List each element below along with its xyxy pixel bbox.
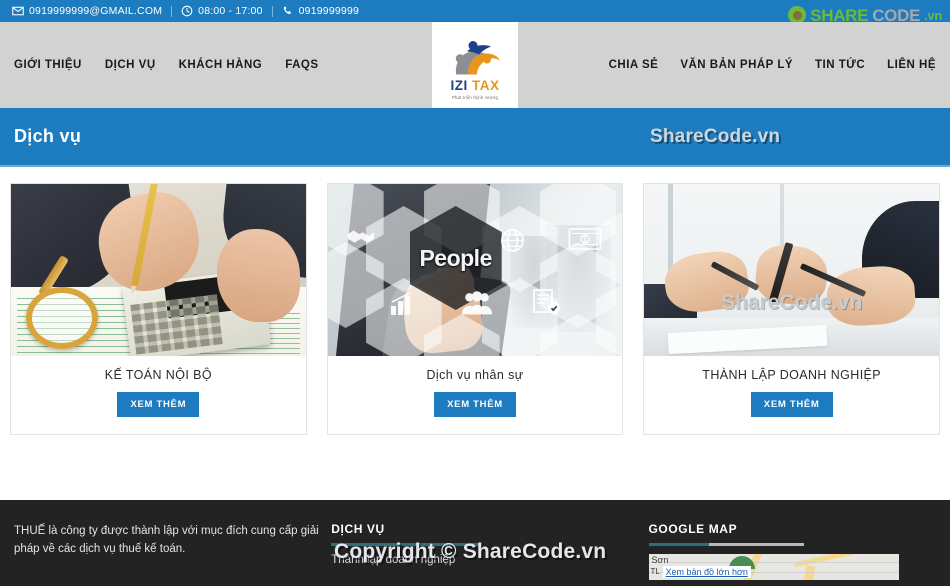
footer-about-text: THUẾ là công ty được thành lập với mục đ… [14,525,319,556]
banner-watermark: ShareCode.vn [650,126,781,147]
topbar-hours-text: 08:00 - 17:00 [198,5,263,17]
topbar-phone[interactable]: 0919999999 [273,5,368,17]
card-image-meeting: ShareCode.vn [644,184,940,356]
logo-tagline: Phát triển thịnh vượng [451,94,499,100]
card-readmore-button-3[interactable]: XEM THÊM [750,392,833,417]
map-label-son: Sơn [651,555,669,565]
logo-tax-text: TAX [472,78,500,94]
nav-item-lien-he[interactable]: LIÊN HỆ [887,59,936,71]
copyright-watermark: Copyright © ShareCode.vn [334,540,607,563]
logo-izi-text: IZI [450,78,468,94]
card-body-3: THÀNH LẬP DOANH NGHIỆP XEM THÊM [644,356,939,434]
topbar-email[interactable]: 0919999999@GMAIL.COM [10,5,171,17]
card-image-accounting [11,184,306,356]
service-card-dich-vu-nhan-su[interactable]: People Dịch vụ nhân sự XEM THÊM [326,183,624,435]
topbar-hours: 08:00 - 17:00 [172,5,271,17]
footer-about: THUẾ là công ty được thành lập với mục đ… [14,522,331,586]
handshake-icon [346,226,376,251]
sharecode-code-text: CODE [872,5,921,25]
footer-map-divider [648,543,804,546]
sharecode-share-text: SHARE [810,5,869,25]
phone-icon [282,5,294,17]
topbar-phone-text: 0919999999 [298,5,360,17]
globe-icon [500,228,525,258]
clock-icon [181,5,193,17]
bar-chart-icon [390,292,416,321]
footer-services-heading: DỊCH VỤ [331,522,385,536]
map-view-larger-link[interactable]: Xem bản đồ lớn hơn [662,566,751,578]
izi-tax-logo-icon [455,41,500,75]
primary-nav-left: GIỚI THIỆU DỊCH VỤ KHÁCH HÀNG FAQS [0,59,319,71]
card-title-1: KẾ TOÁN NỘI BỘ [104,368,212,382]
card-title-2: Dịch vụ nhân sự [426,368,524,382]
topbar-email-text: 0919999999@GMAIL.COM [29,5,163,17]
footer-map-heading: GOOGLE MAP [648,522,738,536]
service-card-thanh-lap-doanh-nghiep[interactable]: ShareCode.vn THÀNH LẬP DOANH NGHIỆP XEM … [643,183,941,435]
nav-item-faqs[interactable]: FAQS [285,59,318,71]
primary-nav-right: CHIA SẺ VĂN BẢN PHÁP LÝ TIN TỨC LIÊN HỆ [609,59,936,71]
nav-item-tin-tuc[interactable]: TIN TỨC [815,59,865,71]
site-header: GIỚI THIỆU DỊCH VỤ KHÁCH HÀNG FAQS IZI T… [0,22,950,108]
card-readmore-button-1[interactable]: XEM THÊM [117,392,200,417]
hexagon-people-label: People [419,244,492,271]
nav-item-khach-hang[interactable]: KHÁCH HÀNG [179,59,263,71]
card-readmore-button-2[interactable]: XEM THÊM [434,392,516,417]
people-group-icon [460,290,494,321]
envelope-icon [12,5,24,17]
sharecode-vn-text: .vn [924,7,942,23]
top-contact-bar: 0919999999@GMAIL.COM 08:00 - 17:00 09199… [0,0,950,25]
card-image-watermark: ShareCode.vn [721,290,863,314]
google-map-embed[interactable]: Sơn TL Xem bản đồ lớn hơn [648,554,899,580]
page-title: Dịch vụ [14,126,82,146]
map-label-tl: TL [650,567,660,576]
nav-item-chia-se[interactable]: CHIA SẺ [609,59,659,71]
footer-map: GOOGLE MAP Sơn TL Xem bản đồ lớn hơn [648,522,937,586]
money-icon [568,228,602,255]
document-check-icon [532,288,562,321]
page-title-banner: Dịch vụ ShareCode.vn [0,108,950,167]
card-title-3: THÀNH LẬP DOANH NGHIỆP [702,368,882,382]
nav-item-van-ban-phap-ly[interactable]: VĂN BẢN PHÁP LÝ [680,59,793,71]
service-card-ke-toan-noi-bo[interactable]: KẾ TOÁN NỘI BỘ XEM THÊM [10,183,307,435]
service-card-grid: KẾ TOÁN NỘI BỘ XEM THÊM People Dịch vụ n… [0,167,950,435]
card-body-2: Dịch vụ nhân sự XEM THÊM [328,356,623,434]
nav-item-dich-vu[interactable]: DỊCH VỤ [105,59,156,71]
nav-item-gioi-thieu[interactable]: GIỚI THIỆU [14,59,82,71]
logo-wordmark: IZI TAX [450,79,499,93]
card-image-people: People [327,184,623,356]
card-body-1: KẾ TOÁN NỘI BỘ XEM THÊM [11,356,306,434]
site-logo[interactable]: IZI TAX Phát triển thịnh vượng [432,22,518,108]
